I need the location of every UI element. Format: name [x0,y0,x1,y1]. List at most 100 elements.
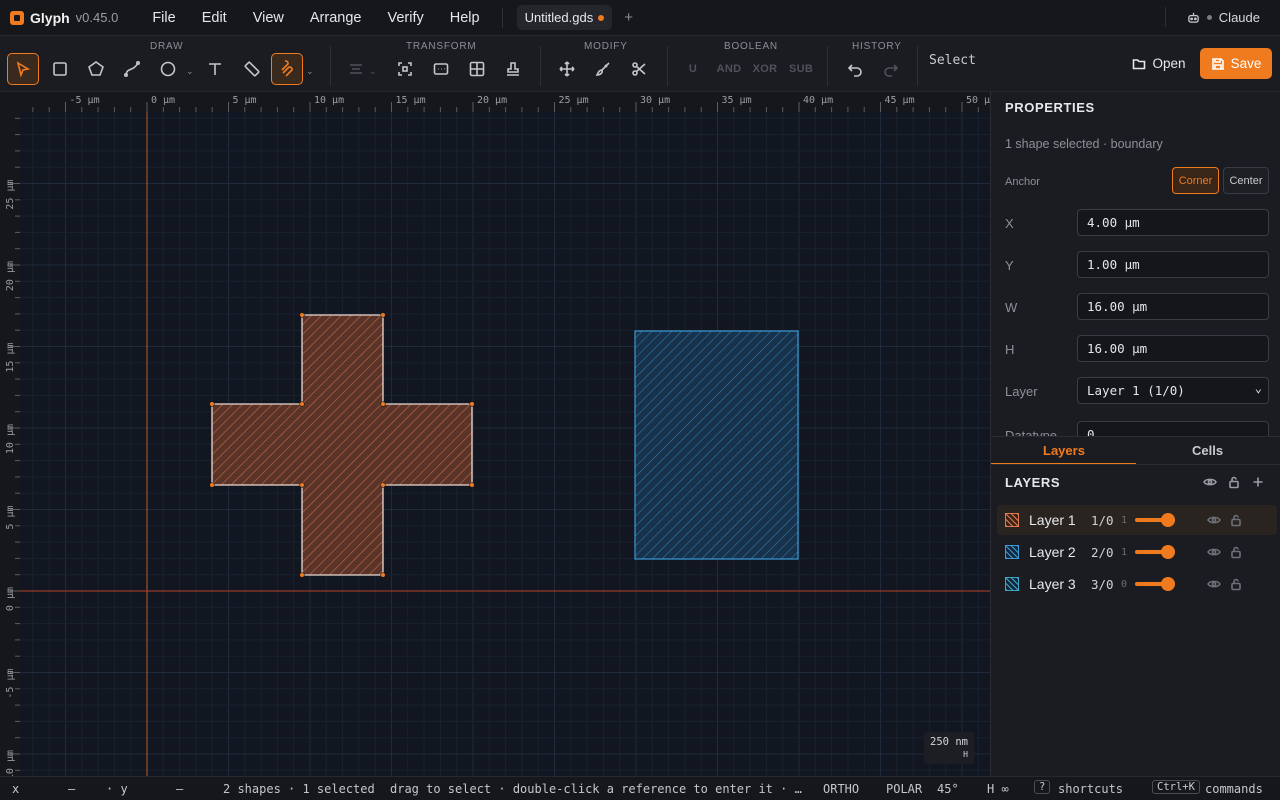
menu-arrange[interactable]: Arrange [310,10,362,26]
menu-file[interactable]: File [152,10,175,26]
commands-key[interactable]: Ctrl+K [1152,780,1200,794]
menu-verify[interactable]: Verify [387,10,423,26]
w-field[interactable]: 16.00 µm [1077,293,1269,320]
vertex-handle[interactable] [469,401,475,407]
chevron-down-icon: ⌄ [1254,381,1262,395]
eye-icon[interactable] [1207,577,1221,591]
eye-icon[interactable] [1207,513,1221,527]
vertex-handle[interactable] [380,401,386,407]
boolean-and-button[interactable]: AND [713,53,745,85]
unlock-icon[interactable] [1229,577,1243,591]
app-version: v0.45.0 [75,10,119,25]
layer-row[interactable]: Layer 2 2/0 1 [997,537,1277,567]
grid-array-tool-button[interactable] [461,53,493,85]
polar-toggle[interactable]: POLAR [886,782,922,796]
layer-select[interactable]: Layer 1 (1/0) ⌄ [1077,377,1269,404]
canvas-svg[interactable]: -5 µm 0 µm 5 µm 10 µm 15 µm 20 µm 25 µm 30 µm 35… [0,92,990,776]
ortho-toggle[interactable]: ORTHO [823,782,859,796]
vertex-handle[interactable] [209,482,215,488]
group-label-modify: MODIFY [584,41,628,52]
cut-tool-button[interactable] [623,53,655,85]
x-field[interactable]: 4.00 µm [1077,209,1269,236]
user-menu[interactable]: Claude [1164,7,1260,27]
vertex-handle[interactable] [380,482,386,488]
align-dropdown-chevron-icon[interactable]: ⌄ [369,66,377,77]
boolean-sub-button[interactable]: SUB [785,53,817,85]
rect-shape[interactable] [634,330,799,560]
document-tab[interactable]: Untitled.gds [516,5,613,30]
vertex-handle[interactable] [299,572,305,578]
open-button[interactable]: Open [1124,48,1194,79]
ruler-tool-button[interactable] [236,53,268,85]
shortcuts-key[interactable]: ? [1034,780,1051,794]
snap-magnet-icon [281,60,293,77]
vertex-handle[interactable] [209,401,215,407]
redo-button[interactable] [875,53,907,85]
vertex-handle[interactable] [299,312,305,318]
rectangle-tool-button[interactable] [44,53,76,85]
show-all-eye-icon[interactable] [1203,475,1217,489]
cross-shape[interactable] [211,314,473,576]
boolean-xor-button[interactable]: XOR [749,53,781,85]
text-tool-button[interactable] [199,53,231,85]
vertex-handle[interactable] [299,401,305,407]
align-tool-button[interactable] [340,53,372,85]
move-tool-button[interactable] [551,53,583,85]
tab-layers[interactable]: Layers [1043,443,1085,458]
menu-divider [501,7,503,28]
save-button[interactable]: Save [1200,48,1272,79]
user-divider [1164,7,1166,27]
unlock-icon[interactable] [1229,545,1243,559]
vertex-handle[interactable] [299,482,305,488]
menu-help[interactable]: Help [450,10,480,26]
polar-angle[interactable]: 45° [937,782,959,796]
snap-dropdown-chevron-icon[interactable]: ⌄ [306,66,314,77]
y-tick-label: 5 µm [5,506,16,530]
glyph-logo-icon [10,10,24,25]
unlock-all-icon[interactable] [1227,475,1241,489]
anchor-corner-button[interactable]: Corner [1172,167,1219,194]
anchor-center-button[interactable]: Center [1223,167,1269,194]
vertex-handle[interactable] [380,312,386,318]
layer-row[interactable]: Layer 1 1/0 1 [997,505,1277,535]
y-field[interactable]: 1.00 µm [1077,251,1269,278]
group-label-history: HISTORY [852,41,902,52]
boolean-union-button[interactable]: U [677,53,709,85]
vertex-handle[interactable] [380,572,386,578]
commands-link[interactable]: commands [1205,782,1263,796]
stamp-tool-button[interactable] [497,53,529,85]
menu-view[interactable]: View [253,10,284,26]
ellipse-tool-button[interactable] [152,53,184,85]
select-tool-button[interactable] [7,53,39,85]
datatype-field[interactable]: 0 [1077,421,1269,436]
paint-tool-button[interactable] [587,53,619,85]
layer-opacity-slider[interactable] [1135,545,1175,559]
slider-knob[interactable] [1161,545,1175,559]
layout-canvas[interactable]: -5 µm 0 µm 5 µm 10 µm 15 µm 20 µm 25 µm 30 µm 35… [0,92,990,776]
slider-knob[interactable] [1161,577,1175,591]
path-tool-button[interactable] [116,53,148,85]
group-label-boolean: BOOLEAN [724,41,778,52]
layer-swatch-icon[interactable] [1005,513,1019,527]
group-tool-button[interactable] [389,53,421,85]
new-tab-button[interactable]: + [624,9,633,26]
layer-opacity-slider[interactable] [1135,577,1175,591]
undo-button[interactable] [839,53,871,85]
polygon-tool-button[interactable] [80,53,112,85]
menu-edit[interactable]: Edit [202,10,227,26]
vertex-handle[interactable] [469,482,475,488]
eye-icon[interactable] [1207,545,1221,559]
unlock-icon[interactable] [1229,513,1243,527]
h-field[interactable]: 16.00 µm [1077,335,1269,362]
slider-knob[interactable] [1161,513,1175,527]
ellipse-dropdown-chevron-icon[interactable]: ⌄ [186,66,194,77]
layer-row[interactable]: Layer 3 3/0 0 [997,569,1277,599]
layer-swatch-icon[interactable] [1005,545,1019,559]
array-tool-button[interactable] [425,53,457,85]
tab-cells[interactable]: Cells [1192,443,1223,458]
layer-swatch-icon[interactable] [1005,577,1019,591]
shortcuts-link[interactable]: shortcuts [1058,782,1123,796]
snap-tool-button[interactable] [271,53,303,85]
layer-opacity-slider[interactable] [1135,513,1175,527]
add-layer-icon[interactable] [1251,475,1265,489]
